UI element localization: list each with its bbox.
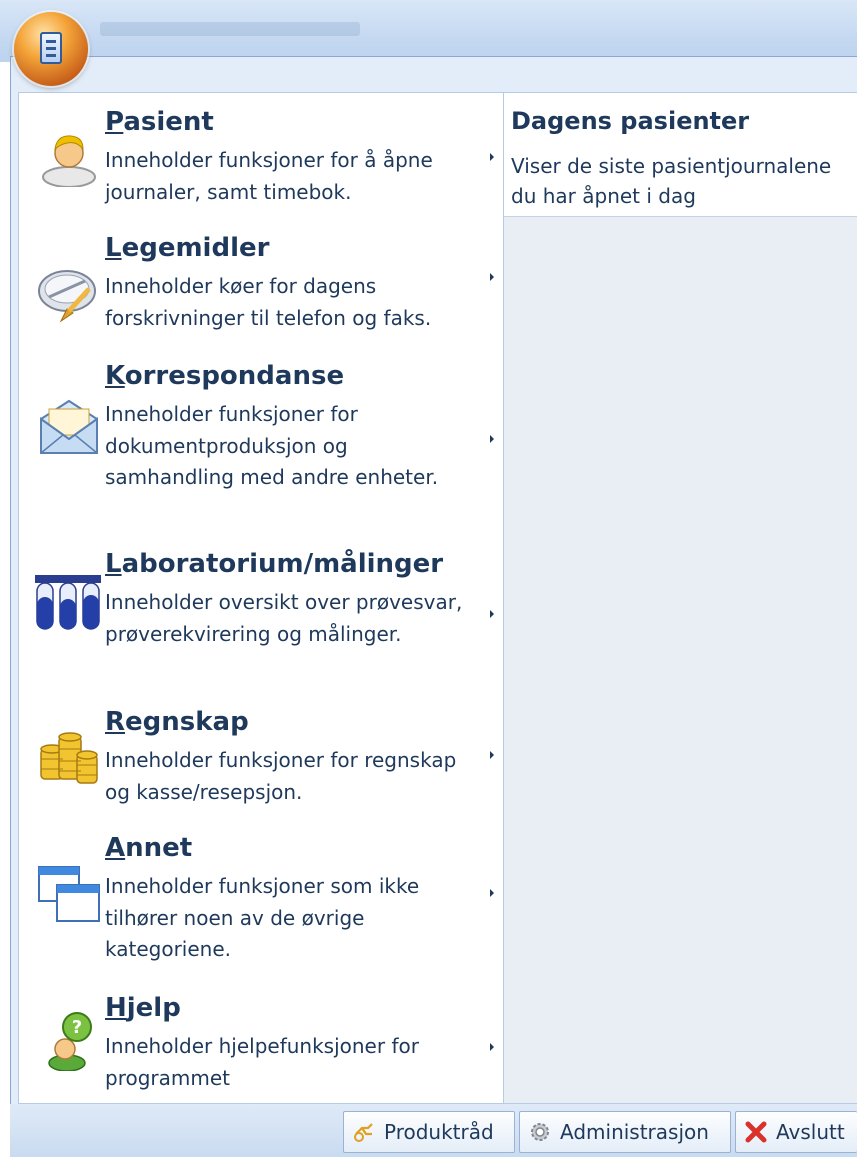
menu-item-title: Regnskap xyxy=(105,707,249,737)
menu-item-title: Laboratorium/målinger xyxy=(105,549,444,579)
quick-access-toolbar xyxy=(100,22,360,36)
windows-icon xyxy=(38,866,100,922)
submenu-arrow-icon xyxy=(490,610,494,618)
menu-item-regnskap[interactable]: Regnskap Inneholder funksjoner for regns… xyxy=(19,707,505,817)
menu-item-title: Pasient xyxy=(105,107,214,137)
menu-item-description: Inneholder funksjoner for dokumentproduk… xyxy=(105,402,439,489)
menu-item-description: Inneholder hjelpefunksjoner for programm… xyxy=(105,1034,419,1090)
patient-icon xyxy=(42,135,96,187)
menu-item-description: Inneholder funksjoner som ikke tilhører … xyxy=(105,874,420,961)
recent-panel-description: Viser de siste pasientjournalene du har … xyxy=(511,154,832,208)
coins-icon xyxy=(40,732,98,784)
test-tubes-icon xyxy=(35,575,101,630)
administrasjon-button[interactable]: Administrasjon xyxy=(519,1111,731,1153)
menu-item-description: Inneholder køer for dagens forskrivninge… xyxy=(105,274,432,330)
application-menu-button[interactable] xyxy=(14,12,88,86)
title-bar xyxy=(0,0,857,62)
submenu-arrow-icon xyxy=(490,889,494,897)
menu-item-title: Annet xyxy=(105,833,193,863)
administrasjon-label: Administrasjon xyxy=(560,1120,709,1144)
produktrad-label: Produktråd xyxy=(384,1120,494,1144)
menu-item-hjelp[interactable]: ? Hjelp Inneholder hjelpefunksjoner for … xyxy=(19,993,505,1103)
document-icon xyxy=(40,32,62,64)
help-icon: ? xyxy=(48,1012,92,1071)
menu-item-laboratorium[interactable]: Laboratorium/målinger Inneholder oversik… xyxy=(19,549,505,689)
idea-icon xyxy=(354,1123,373,1142)
menu-item-description: Inneholder funksjoner for å åpne journal… xyxy=(105,148,433,204)
close-icon xyxy=(745,1121,767,1143)
produktrad-button[interactable]: Produktråd xyxy=(343,1111,515,1153)
svg-text:?: ? xyxy=(72,1017,82,1038)
menu-item-description: Inneholder oversikt over prøvesvar, prøv… xyxy=(105,590,463,646)
recent-items-panel: Dagens pasienter Viser de siste pasientj… xyxy=(504,92,857,1104)
recent-patients-entry[interactable]: Dagens pasienter Viser de siste pasientj… xyxy=(504,93,857,217)
menu-item-title: Korrespondanse xyxy=(105,361,345,391)
pill-icon xyxy=(38,270,96,323)
menu-item-legemidler[interactable]: Legemidler Inneholder køer for dagens fo… xyxy=(19,233,505,343)
gear-icon xyxy=(531,1123,549,1141)
submenu-arrow-icon xyxy=(490,1043,494,1051)
recent-panel-title: Dagens pasienter xyxy=(511,107,750,135)
menu-item-title: Legemidler xyxy=(105,233,270,263)
submenu-arrow-icon xyxy=(490,435,494,443)
menu-item-title: Hjelp xyxy=(105,993,181,1023)
avslutt-label: Avslutt xyxy=(776,1120,845,1144)
application-menu-list: Pasient Inneholder funksjoner for å åpne… xyxy=(18,92,504,1104)
submenu-arrow-icon xyxy=(490,751,494,759)
submenu-arrow-icon xyxy=(490,153,494,161)
submenu-arrow-icon xyxy=(490,273,494,281)
menu-item-korrespondanse[interactable]: Korrespondanse Inneholder funksjoner for… xyxy=(19,361,505,531)
menu-item-annet[interactable]: Annet Inneholder funksjoner som ikke til… xyxy=(19,833,505,973)
menu-item-description: Inneholder funksjoner for regnskap og ka… xyxy=(105,748,457,804)
envelope-icon xyxy=(40,399,98,454)
menu-item-pasient[interactable]: Pasient Inneholder funksjoner for å åpne… xyxy=(19,107,505,217)
avslutt-button[interactable]: Avslutt xyxy=(735,1111,857,1153)
